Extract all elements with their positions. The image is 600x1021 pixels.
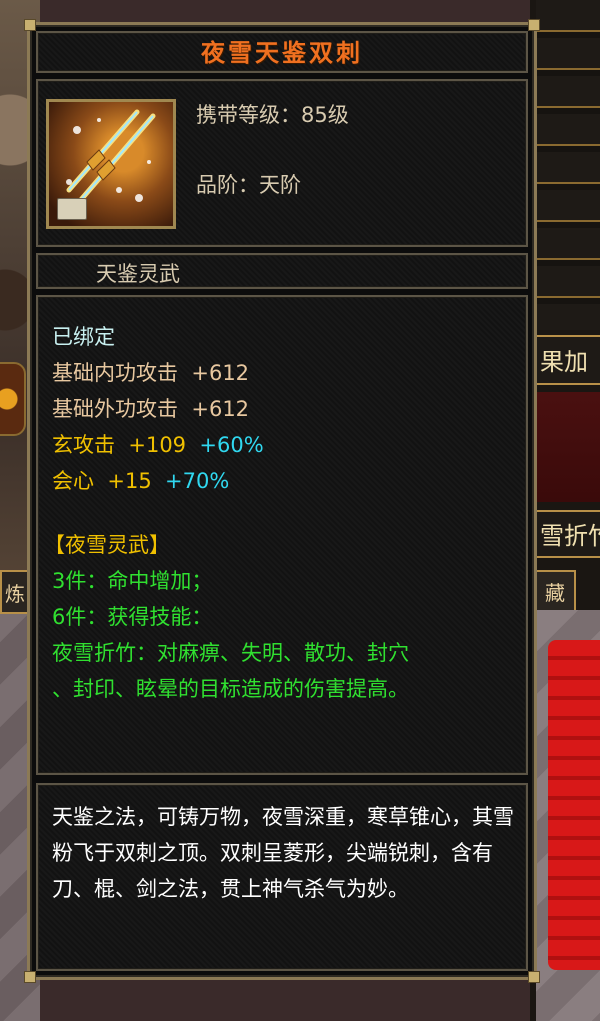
stat-label: 基础内功攻击 bbox=[52, 361, 178, 385]
corner-ornament bbox=[528, 971, 540, 983]
set-name: 天鉴灵武 bbox=[96, 262, 180, 286]
stat-inner-attack: 基础内功攻击 +612 bbox=[52, 357, 249, 387]
item-name: 夜雪天鉴双刺 bbox=[201, 39, 363, 67]
stat-bonus: +60% bbox=[199, 433, 264, 457]
set-skill-line-2: 、封印、眩晕的目标造成的伤害提高。 bbox=[52, 677, 409, 701]
title-panel: 夜雪天鉴双刺 bbox=[36, 31, 528, 73]
background-skill-orb bbox=[0, 362, 26, 436]
corner-ornament bbox=[24, 19, 36, 31]
bound-lock-icon bbox=[57, 198, 87, 220]
stat-label: 玄攻击 bbox=[52, 433, 115, 457]
stat-value: +109 bbox=[128, 433, 187, 457]
stat-label: 基础外功攻击 bbox=[52, 397, 178, 421]
stat-value: +612 bbox=[191, 397, 250, 421]
background-panel-text-2: 雪折竹 bbox=[536, 510, 600, 558]
stat-crit: 会心 +15 +70% bbox=[52, 465, 229, 495]
background-panel-text: 果加 bbox=[536, 335, 600, 385]
corner-ornament bbox=[528, 19, 540, 31]
set-name-panel: 天鉴灵武 bbox=[36, 253, 528, 289]
bound-status: 已绑定 bbox=[52, 325, 115, 349]
item-description: 天鉴之法，可铸万物，夜雪深重，寒草锥心，其雪粉飞于双刺之顶。双刺呈菱形，尖端锐刺… bbox=[52, 805, 514, 901]
stat-value: +15 bbox=[107, 469, 152, 493]
set-bonus-title: 【夜雪灵武】 bbox=[44, 533, 170, 557]
level-requirement: 携带等级：85级 bbox=[196, 103, 349, 127]
set-skill-line-1: 夜雪折竹：对麻痹、失明、散功、封穴 bbox=[52, 641, 409, 665]
background-tab-left[interactable]: 炼 bbox=[0, 570, 30, 614]
set-bonus-3-piece: 3件：命中增加； bbox=[52, 569, 213, 593]
item-tooltip: 夜雪天鉴双刺 携带等级：85级 品阶：天阶 天鉴灵武 已绑定 基础内功攻击 +6… bbox=[24, 19, 540, 983]
corner-ornament bbox=[24, 971, 36, 983]
stat-value: +612 bbox=[191, 361, 250, 385]
background-red-lantern bbox=[548, 640, 600, 970]
stat-outer-attack: 基础外功攻击 +612 bbox=[52, 393, 249, 423]
stat-bonus: +70% bbox=[165, 469, 230, 493]
description-panel: 天鉴之法，可铸万物，夜雪深重，寒草锥心，其雪粉飞于双刺之顶。双刺呈菱形，尖端锐刺… bbox=[36, 783, 528, 971]
background-list-rows bbox=[536, 0, 600, 330]
item-grade: 品阶：天阶 bbox=[196, 173, 301, 197]
set-bonus-6-piece: 6件：获得技能： bbox=[52, 605, 213, 629]
stat-xuan-attack: 玄攻击 +109 +60% bbox=[52, 429, 264, 459]
item-info-panel: 携带等级：85级 品阶：天阶 bbox=[36, 79, 528, 247]
stats-panel: 已绑定 基础内功攻击 +612 基础外功攻击 +612 玄攻击 +109 +60… bbox=[36, 295, 528, 775]
stat-label: 会心 bbox=[52, 469, 94, 493]
background-tab-right[interactable]: 藏 bbox=[534, 570, 576, 612]
twin-dagger-weapon-icon bbox=[46, 99, 176, 229]
background-red-panel bbox=[536, 392, 600, 502]
